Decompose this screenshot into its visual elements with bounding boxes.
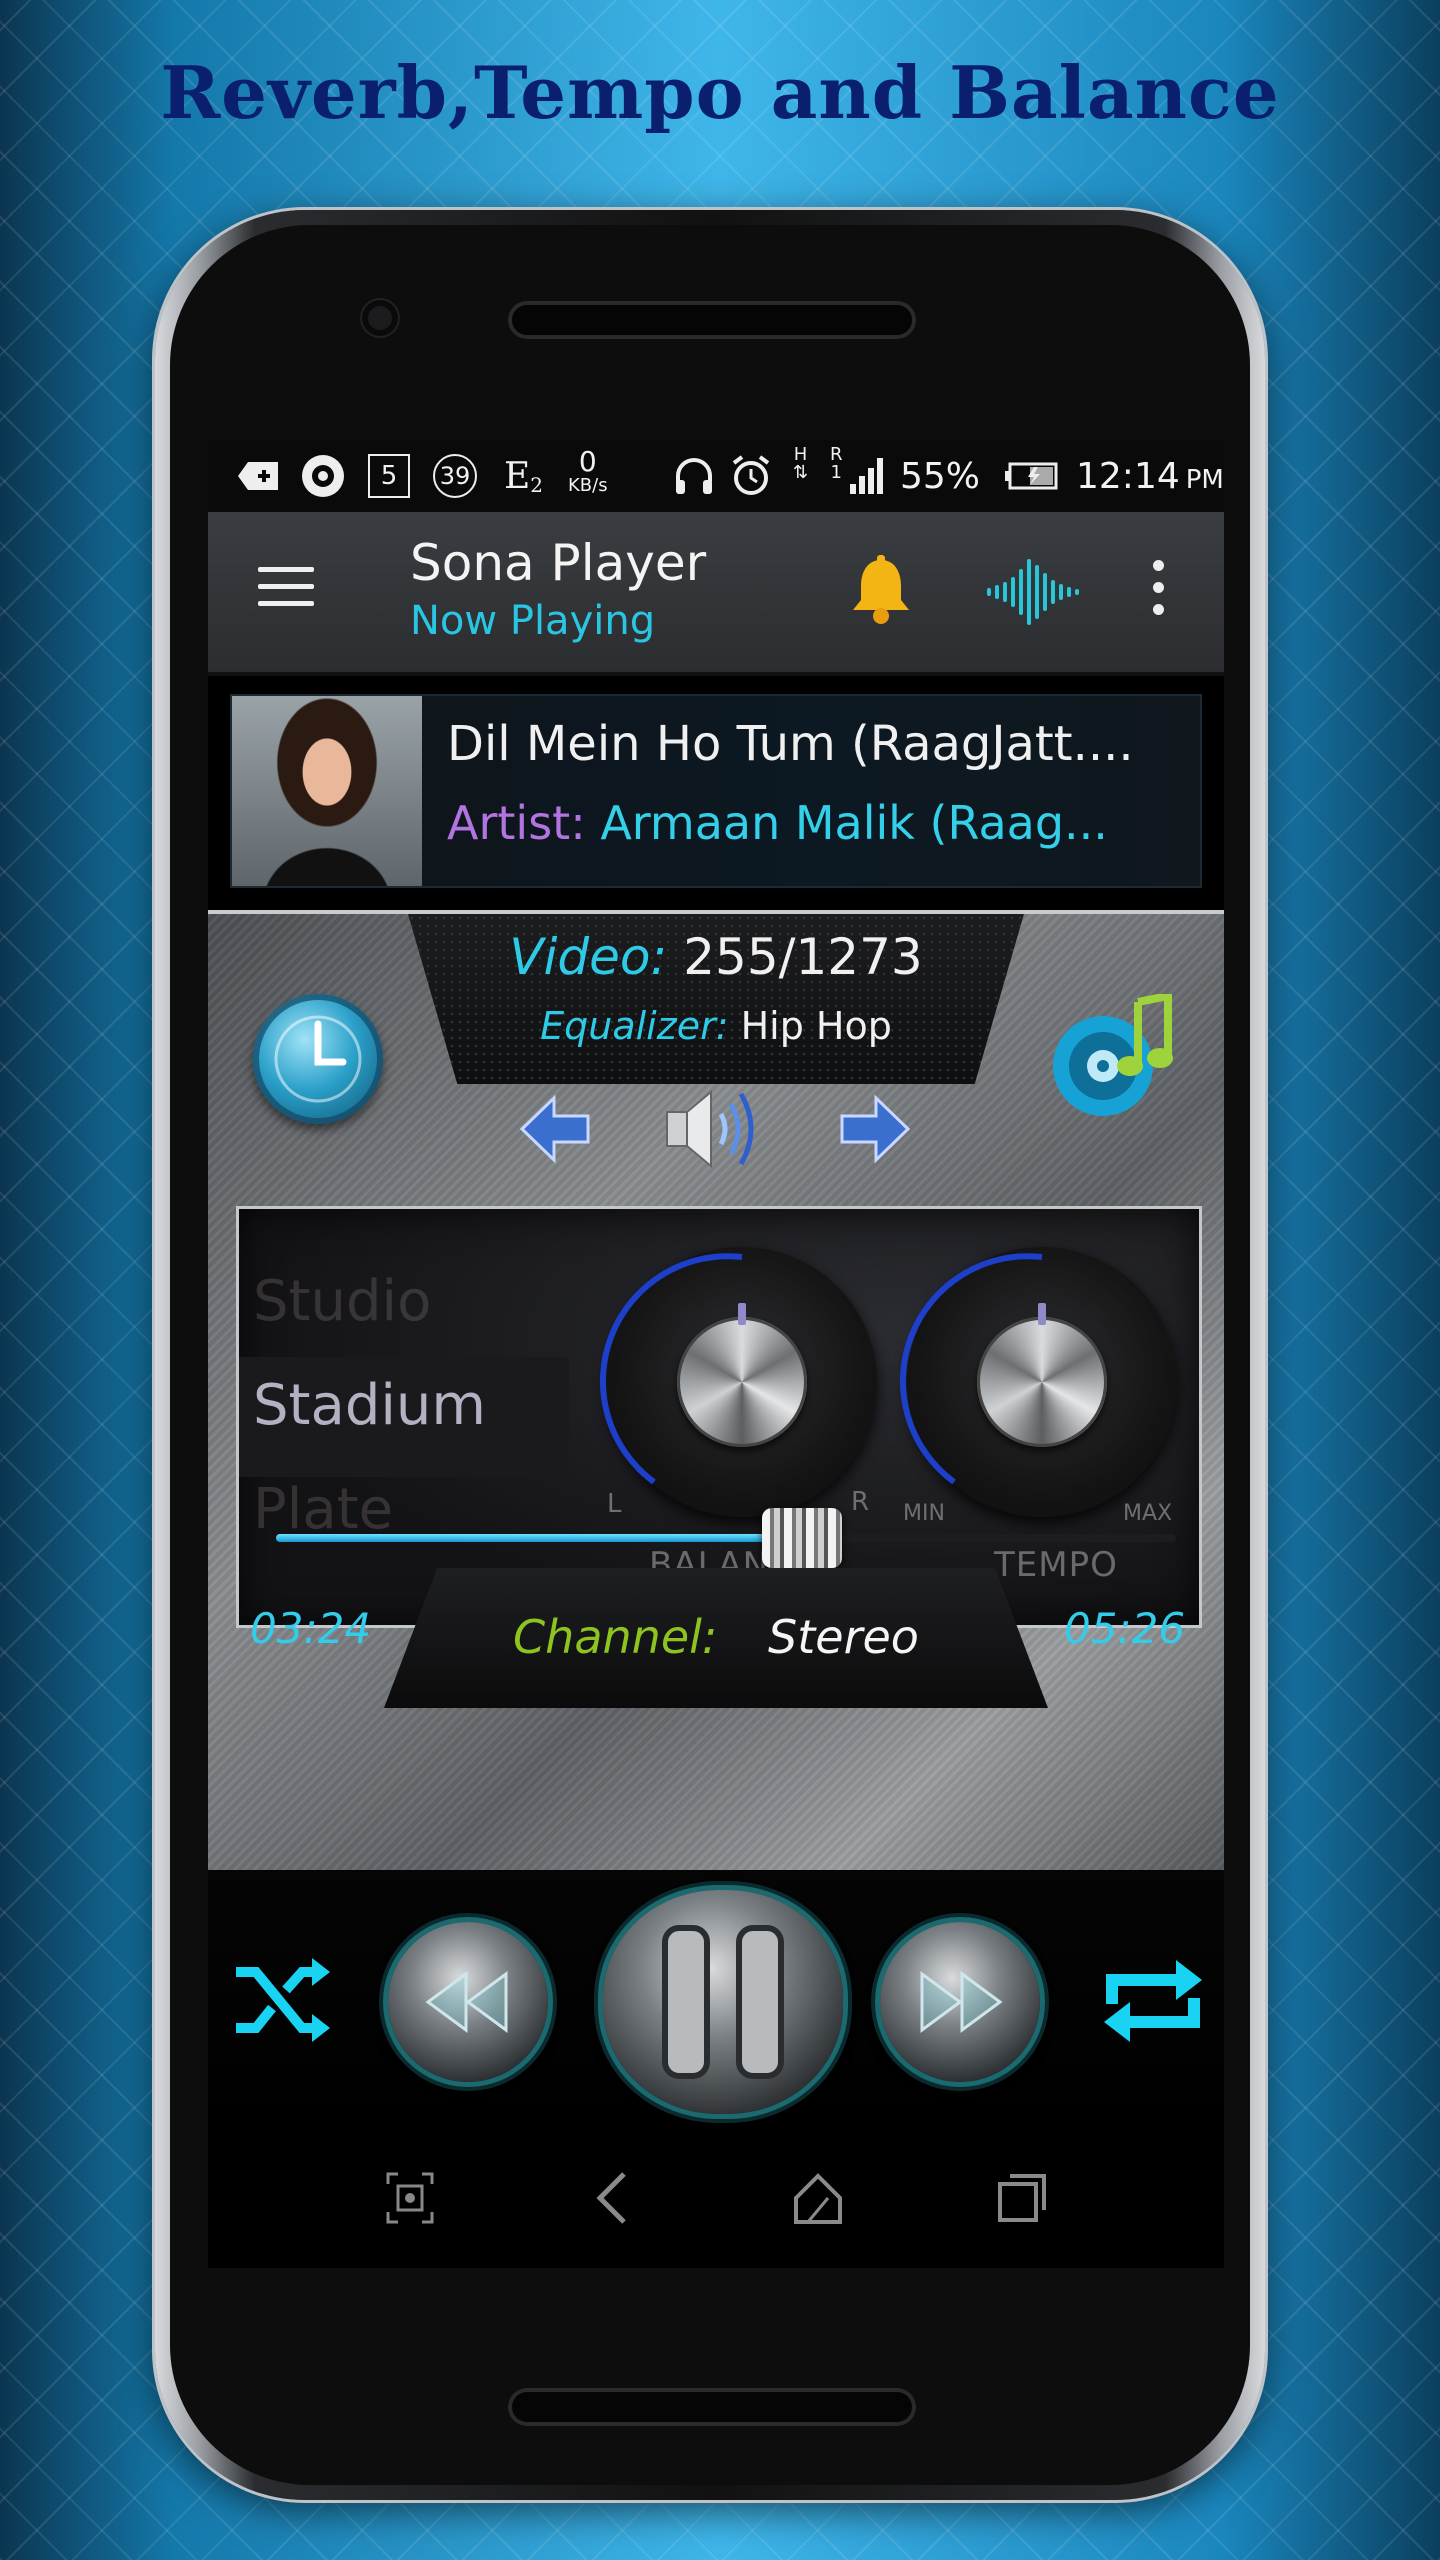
signal-h-indicator: H ⇅ bbox=[793, 444, 809, 483]
artist-name: Armaan Malik (Raag... bbox=[600, 796, 1108, 850]
shuffle-icon[interactable] bbox=[232, 1950, 332, 2050]
rewind-button[interactable] bbox=[388, 1922, 548, 2082]
reverb-preset-studio[interactable]: Studio bbox=[253, 1269, 431, 1334]
video-count: 255/1273 bbox=[683, 928, 923, 986]
home-icon[interactable] bbox=[788, 2168, 848, 2228]
bottom-speaker bbox=[512, 2392, 912, 2422]
headphones-icon bbox=[673, 454, 715, 498]
channel-value[interactable]: Stereo bbox=[768, 1610, 919, 1664]
song-artist: Artist: Armaan Malik (Raag... bbox=[447, 796, 1187, 850]
balance-max-label: R bbox=[851, 1487, 870, 1517]
clear-notification-icon bbox=[236, 454, 280, 498]
player-panel: Video: 255/1273 Equalizer: Hip Hop Studi… bbox=[208, 910, 1224, 1874]
front-camera bbox=[362, 300, 398, 336]
current-time: 03:24 bbox=[250, 1604, 372, 1653]
equalizer-value[interactable]: Hip Hop bbox=[741, 1004, 892, 1048]
effects-panel: Studio Stadium Plate L R BALANCE MIN MAX… bbox=[236, 1206, 1202, 1628]
cell-signal-icon bbox=[848, 454, 888, 498]
alarm-icon bbox=[730, 454, 772, 498]
signal-r-indicator: R1 bbox=[830, 444, 843, 483]
video-label: Video: bbox=[509, 928, 668, 986]
promo-title: Reverb,Tempo and Balance bbox=[160, 50, 1280, 135]
fast-forward-button[interactable] bbox=[880, 1922, 1040, 2082]
seek-bar-progress bbox=[276, 1534, 768, 1542]
tempo-knob[interactable] bbox=[899, 1247, 1177, 1517]
reverb-preset-plate[interactable]: Plate bbox=[253, 1477, 393, 1542]
pause-button[interactable] bbox=[603, 1890, 843, 2114]
music-app-icon bbox=[300, 454, 346, 498]
phone-screen: 5 39 E2 0 KB/s H ⇅ R1 55% 12:14 PM Sona … bbox=[208, 440, 1224, 2268]
next-preset-arrow-icon[interactable] bbox=[838, 1094, 912, 1164]
channel-plate: Channel: Stereo bbox=[384, 1568, 1048, 1708]
app-title: Sona Player bbox=[410, 534, 707, 592]
info-plate: Video: 255/1273 Equalizer: Hip Hop bbox=[408, 914, 1024, 1084]
menu-icon[interactable] bbox=[258, 567, 314, 617]
back-icon[interactable] bbox=[584, 2168, 644, 2228]
equalizer-label: Equalizer: bbox=[540, 1004, 729, 1048]
previous-preset-arrow-icon[interactable] bbox=[518, 1094, 592, 1164]
seek-bar-thumb[interactable] bbox=[762, 1508, 842, 1568]
system-nav-bar bbox=[208, 2130, 1224, 2268]
status-bar: 5 39 E2 0 KB/s H ⇅ R1 55% 12:14 PM bbox=[208, 440, 1224, 512]
now-playing-card[interactable]: Dil Mein Ho Tum (RaagJatt.... Artist: Ar… bbox=[230, 694, 1202, 888]
recent-apps-icon[interactable] bbox=[992, 2168, 1052, 2228]
balance-min-label: L bbox=[607, 1489, 622, 1519]
status-clock: 12:14 PM bbox=[1076, 455, 1224, 497]
song-title: Dil Mein Ho Tum (RaagJatt.... bbox=[447, 716, 1134, 772]
tempo-label: TEMPO bbox=[994, 1545, 1118, 1585]
data-speed: 0 KB/s bbox=[568, 445, 608, 496]
battery-percent: 55% bbox=[900, 455, 981, 497]
total-time: 05:26 bbox=[1064, 1604, 1186, 1653]
notification-count-box: 5 bbox=[368, 454, 410, 498]
volume-icon[interactable] bbox=[663, 1084, 763, 1174]
battery-icon bbox=[1004, 454, 1058, 498]
network-type-e: E2 bbox=[504, 455, 544, 498]
app-subtitle: Now Playing bbox=[410, 598, 656, 644]
app-toolbar: Sona Player Now Playing bbox=[208, 512, 1224, 676]
notification-count-circle: 39 bbox=[433, 454, 477, 498]
repeat-icon[interactable] bbox=[1098, 1946, 1208, 2056]
tempo-max-label: MAX bbox=[1123, 1501, 1173, 1526]
waveform-icon[interactable] bbox=[983, 557, 1083, 627]
bell-icon[interactable] bbox=[848, 554, 914, 626]
screenshot-icon[interactable] bbox=[380, 2168, 440, 2228]
music-note-icon[interactable] bbox=[1048, 991, 1178, 1124]
clock-icon[interactable] bbox=[253, 994, 383, 1124]
artist-label: Artist: bbox=[447, 796, 586, 850]
earpiece-speaker bbox=[512, 305, 912, 335]
tempo-min-label: MIN bbox=[903, 1501, 945, 1526]
channel-label: Channel: bbox=[513, 1610, 718, 1664]
album-art bbox=[232, 696, 422, 886]
more-vert-icon[interactable] bbox=[1148, 560, 1168, 630]
playback-controls bbox=[208, 1870, 1224, 2130]
reverb-preset-stadium[interactable]: Stadium bbox=[253, 1373, 486, 1438]
balance-knob[interactable] bbox=[599, 1247, 877, 1517]
